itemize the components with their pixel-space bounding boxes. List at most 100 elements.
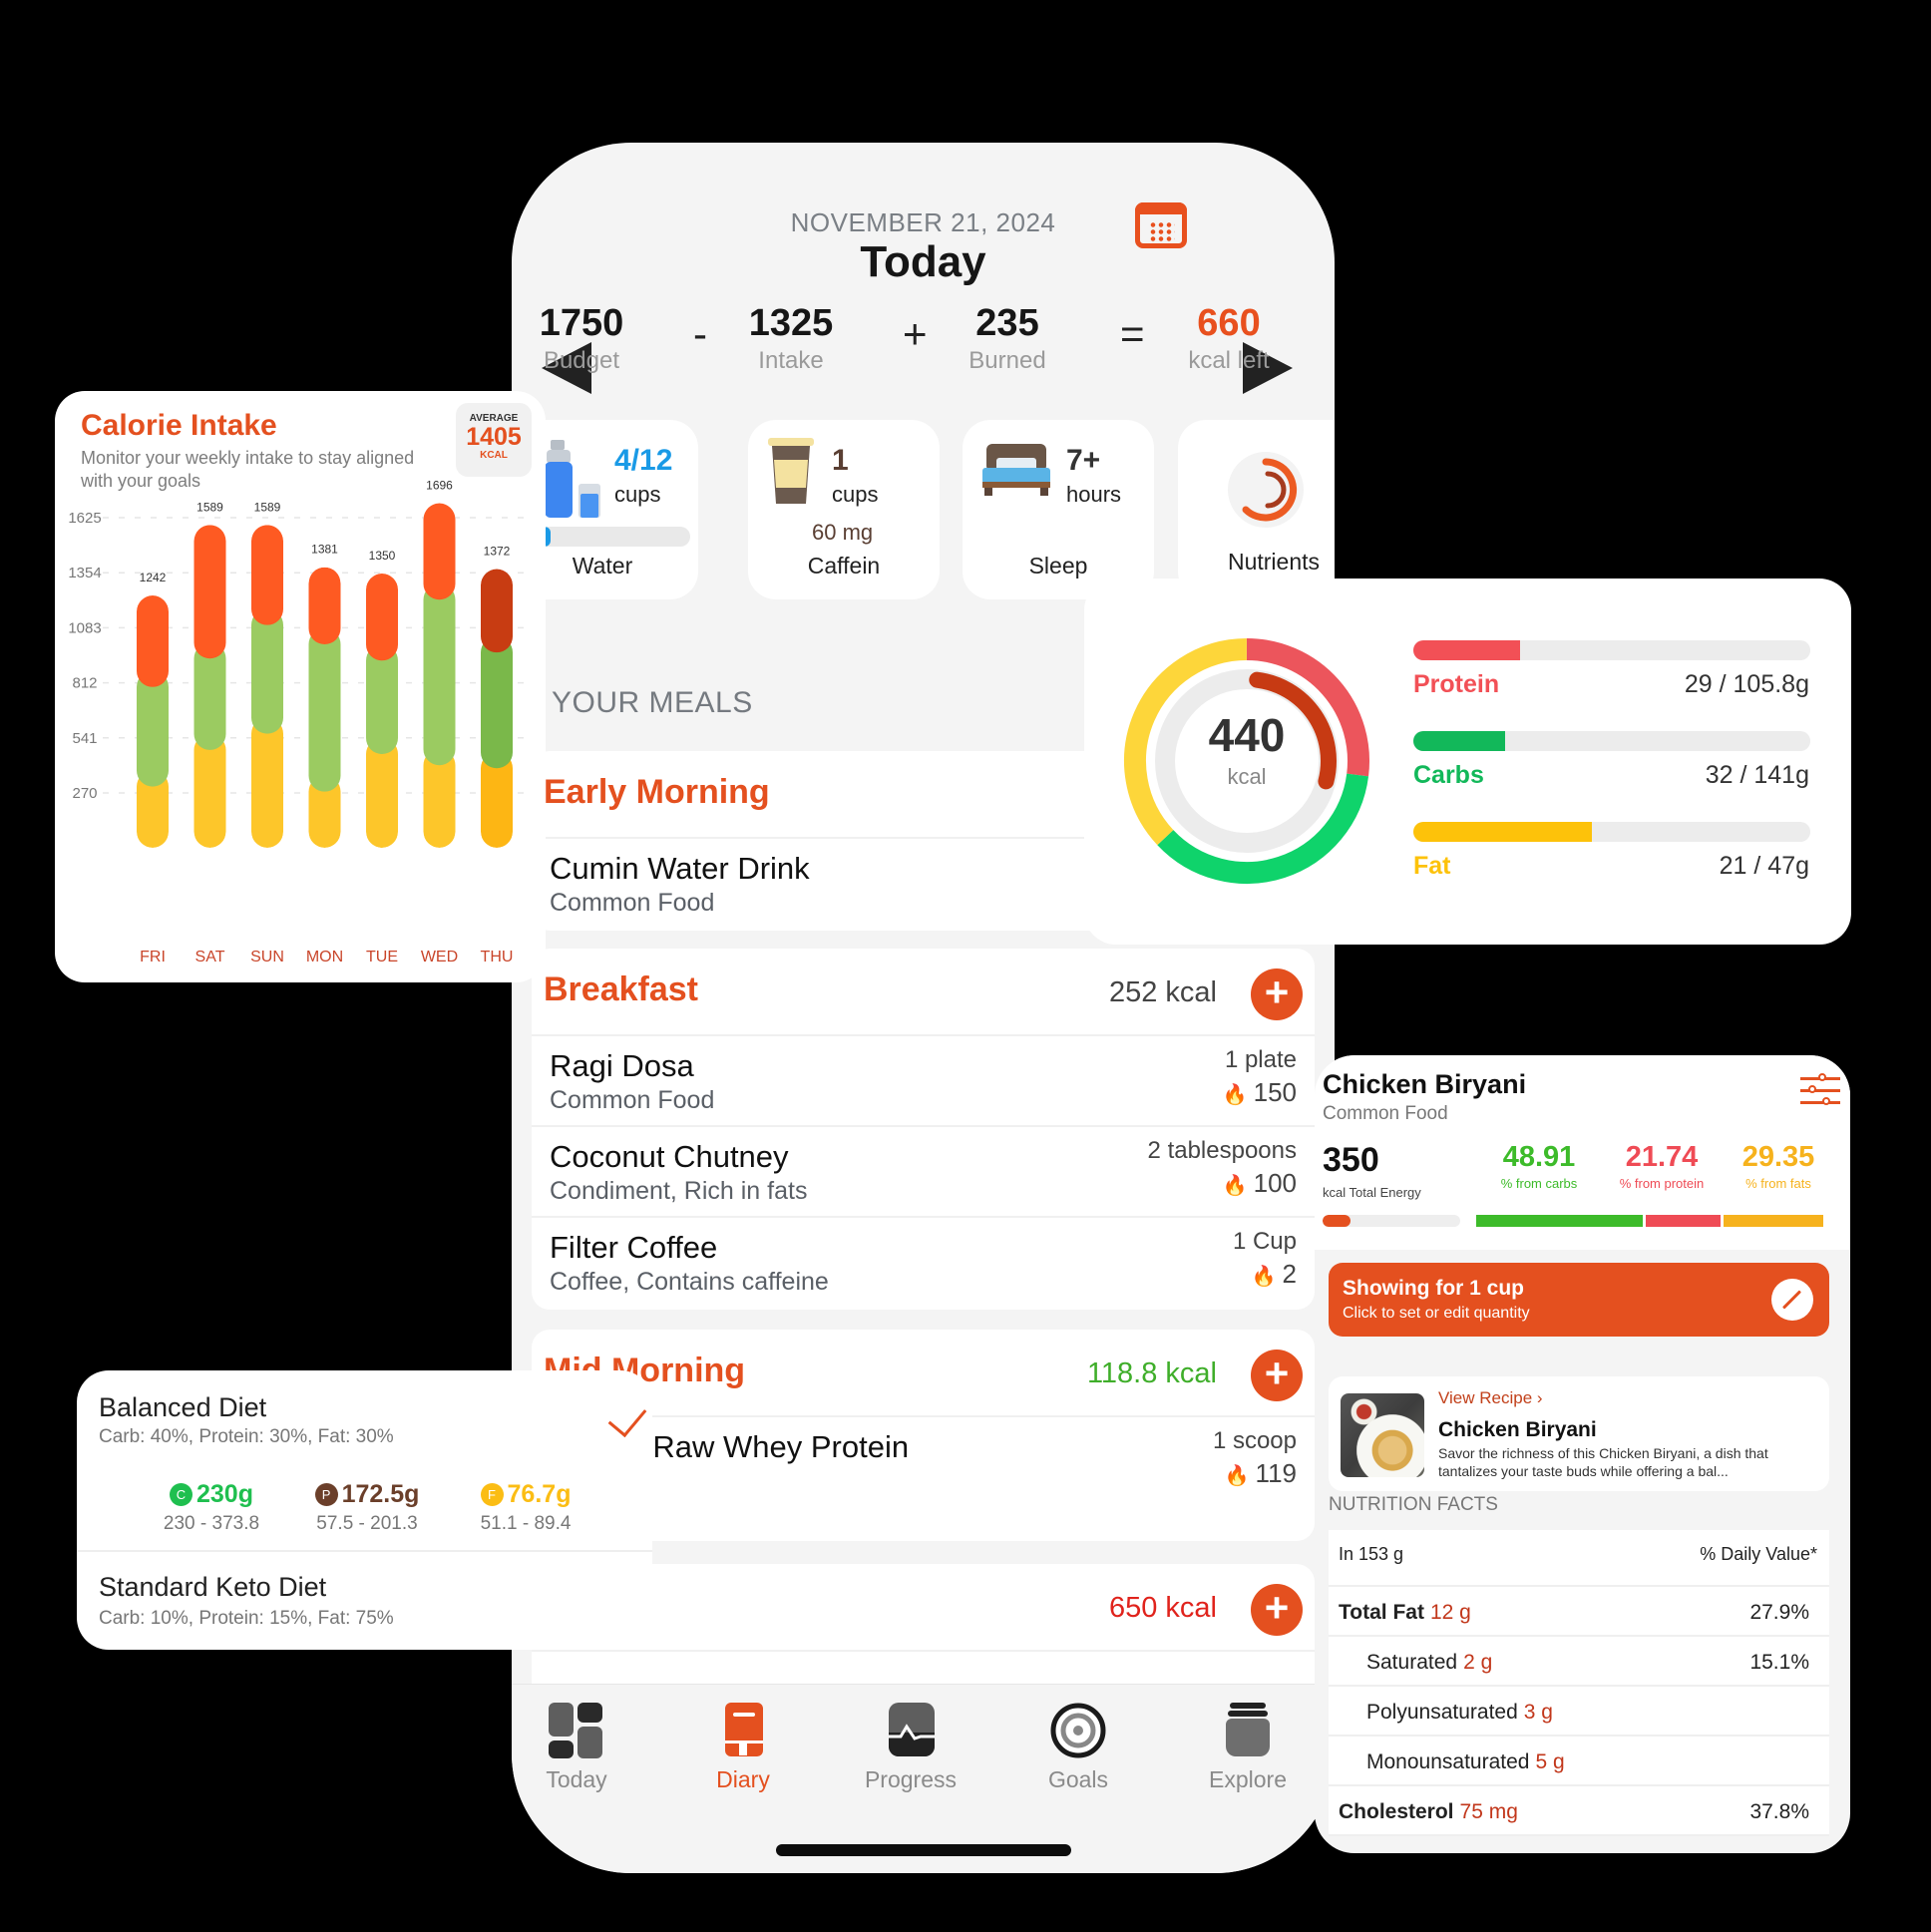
nutrition-row: Total Fat 12 g 27.9% [1329, 1587, 1829, 1637]
y-tick-label: 541 [72, 730, 97, 747]
nutrient-name: Total Fat [1339, 1601, 1424, 1624]
edit-quantity-button[interactable]: Showing for 1 cup Click to set or edit q… [1329, 1263, 1829, 1337]
x-tick-label: THU [481, 949, 514, 966]
nutrition-row: Saturated 2 g 15.1% [1329, 1637, 1829, 1687]
fats-percent: 29.35 % from fats [1741, 1141, 1815, 1191]
bar-segment-protein [308, 567, 341, 645]
fat-badge-icon: F [480, 1483, 504, 1506]
macro-split-segment [1476, 1215, 1644, 1227]
bar-segment-carbs [251, 608, 283, 734]
caffeine-label: Caffein [807, 553, 881, 579]
tab-diary[interactable]: Diary [673, 1703, 813, 1793]
tab-today[interactable]: Today [512, 1703, 646, 1793]
nutrients-card-button[interactable]: Nutrients [1178, 420, 1335, 599]
bar-segment-fat [193, 733, 226, 848]
calorie-bar-chart: 270 541 812 1083 1354 1625 1242 FRI 1589 SAT 1589 S… [68, 479, 534, 966]
food-category: Common Food [1323, 1103, 1448, 1124]
fat-target: F 76.7g 51.1 - 89.4 [480, 1480, 572, 1534]
bar-segment-protein [481, 569, 513, 653]
caffeine-amount: 60 mg [812, 520, 874, 545]
bar-value-label: 1242 [140, 571, 167, 584]
y-tick-label: 1083 [68, 619, 101, 636]
x-tick-label: WED [421, 949, 458, 966]
nutrient-amount: 3 g [1523, 1701, 1553, 1724]
water-count: 4/12 [614, 444, 673, 477]
carbs-value: 32 / 141g [1705, 761, 1809, 789]
caffeine-card[interactable]: 1 cups 60 mg Caffein [748, 420, 940, 599]
view-recipe-link[interactable]: View Recipe › [1438, 1388, 1543, 1408]
x-tick-label: MON [306, 949, 343, 966]
add-food-button[interactable]: + [1251, 968, 1303, 1020]
food-item[interactable]: Filter Coffee Coffee, Contains caffeine … [532, 1218, 1315, 1309]
explore-stack-icon [1220, 1703, 1276, 1758]
selected-check-icon[interactable] [607, 1396, 647, 1438]
home-indicator[interactable] [776, 1844, 1071, 1856]
diet-option-balanced[interactable]: Balanced Diet [99, 1392, 266, 1423]
chevron-right-icon: › [1536, 1388, 1543, 1407]
nutrition-facts-table: In 153 g % Daily Value* Total Fat 12 g 27.… [1329, 1530, 1829, 1836]
add-food-button[interactable]: + [1251, 1584, 1303, 1636]
sleep-card[interactable]: 7+ hours Sleep [963, 420, 1154, 599]
nutrient-daily-value: 37.8% [1749, 1800, 1809, 1823]
fat-label: Fat [1413, 852, 1451, 880]
protein-bar [1413, 640, 1810, 660]
sleep-label: Sleep [1028, 553, 1088, 579]
protein-badge-icon: P [314, 1483, 338, 1506]
total-energy: 350 [1323, 1141, 1379, 1179]
grid-icon [549, 1703, 604, 1758]
food-item[interactable]: Coconut Chutney Condiment, Rich in fats … [532, 1127, 1315, 1218]
nutrient-name: Monounsaturated [1366, 1750, 1530, 1773]
flame-icon: 🔥 [1251, 1266, 1277, 1288]
recipe-image [1341, 1393, 1424, 1477]
page-title: Today [860, 237, 986, 286]
food-title: Chicken Biryani [1323, 1069, 1527, 1099]
bar-segment-carbs [481, 636, 513, 769]
x-tick-label: TUE [366, 949, 398, 966]
carbs-target: C 230g 230 - 373.8 [163, 1480, 260, 1534]
fat-bar [1413, 822, 1810, 842]
bar-value-label: 1589 [254, 500, 281, 514]
x-tick-label: SUN [250, 949, 284, 966]
date-label: NOVEMBER 21, 2024 [790, 207, 1056, 237]
bar-segment-protein [193, 525, 226, 659]
diet-option-keto[interactable]: Standard Keto Diet [99, 1572, 326, 1603]
nutrition-facts-title: NUTRITION FACTS [1329, 1494, 1498, 1515]
meals-section-title: YOUR MEALS [552, 686, 753, 719]
bar-value-label: 1350 [369, 549, 396, 563]
water-progress-bar [539, 527, 690, 547]
quick-stats-row: 4/12 cups Water 1 cups 60 mg Caffein 7+ … [512, 420, 1335, 599]
budget-stat: 1750 Budget [539, 302, 624, 374]
recipe-card[interactable]: View Recipe › Chicken Biryani Savor the … [1329, 1376, 1829, 1491]
protein-value: 29 / 105.8g [1684, 670, 1809, 698]
add-food-button[interactable]: + [1251, 1350, 1303, 1401]
bar-segment-carbs [137, 670, 169, 787]
filter-sliders-icon[interactable] [1800, 1073, 1840, 1109]
plus-operator: + [903, 310, 928, 357]
minus-operator: - [693, 310, 707, 357]
y-tick-label: 1625 [68, 510, 101, 527]
macro-split-bar [1476, 1215, 1823, 1227]
y-tick-label: 812 [72, 675, 97, 692]
intake-stat: 1325 Intake [748, 302, 834, 374]
bar-segment-carbs [423, 583, 456, 766]
nutrition-header-row: In 153 g % Daily Value* [1329, 1530, 1829, 1587]
flame-icon: 🔥 [1224, 1465, 1250, 1487]
calendar-icon[interactable] [1135, 202, 1187, 248]
bar-segment-protein [366, 574, 398, 661]
food-detail-card: Chicken Biryani Common Food 350 kcal Tot… [1315, 1055, 1850, 1853]
calorie-intake-card: Calorie Intake Monitor your weekly intak… [55, 391, 546, 982]
nutrient-daily-value: 15.1% [1749, 1651, 1809, 1674]
food-item[interactable]: Ragi Dosa Common Food 1 plate 🔥 150 [532, 1036, 1315, 1127]
pencil-icon[interactable] [1771, 1279, 1813, 1321]
meal-breakfast: Breakfast 252 kcal + Ragi Dosa Common Fo… [532, 949, 1315, 1310]
meal-kcal: 252 kcal [1108, 976, 1217, 1008]
flame-icon: 🔥 [1222, 1084, 1248, 1106]
tab-progress[interactable]: Progress [841, 1703, 980, 1793]
bar-value-label: 1696 [426, 479, 453, 493]
tab-goals[interactable]: Goals [1008, 1703, 1148, 1793]
bar-segment-protein [137, 595, 169, 687]
diet-selection-card: Balanced Diet Carb: 40%, Protein: 30%, F… [77, 1370, 652, 1650]
tab-explore[interactable]: Explore [1178, 1703, 1318, 1793]
calorie-equation: 1750 Budget - 1325 Intake + 235 Burned =… [540, 302, 1305, 382]
meal-kcal: 118.8 kcal [1086, 1357, 1217, 1389]
